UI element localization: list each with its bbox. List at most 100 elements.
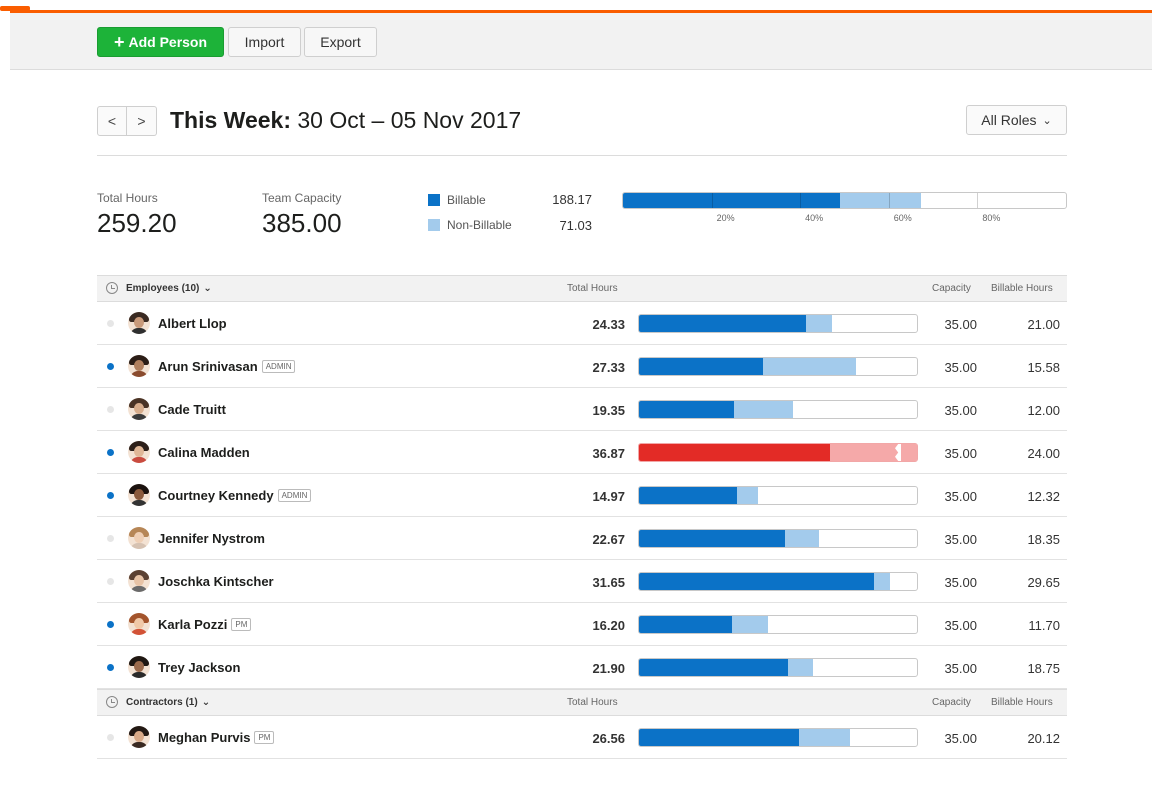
utilization-bar — [638, 357, 918, 376]
capacity-value: 35.00 — [944, 446, 977, 461]
next-week-button[interactable]: > — [127, 106, 157, 136]
previous-week-button[interactable]: < — [97, 106, 127, 136]
section-toggle[interactable]: Employees (10) ⌄ — [126, 283, 212, 294]
table-row[interactable]: Karla Pozzi PM 16.20 35.00 11.70 — [97, 603, 1067, 646]
person-name[interactable]: Meghan Purvis PM — [158, 730, 275, 745]
avatar[interactable] — [128, 527, 150, 549]
non-billable-total: 71.03 — [559, 218, 592, 233]
table-row[interactable]: Albert Llop 24.33 35.00 21.00 — [97, 302, 1067, 345]
person-name-text: Arun Srinivasan — [158, 359, 258, 374]
avatar-shirt — [130, 629, 148, 635]
avatar-shirt — [130, 414, 148, 420]
utilization-tick — [977, 193, 979, 208]
avatar[interactable] — [128, 613, 150, 635]
person-name[interactable]: Trey Jackson — [158, 660, 240, 675]
person-name-text: Calina Madden — [158, 445, 250, 460]
import-button[interactable]: Import — [228, 27, 301, 57]
status-dot — [107, 492, 114, 499]
avatar[interactable] — [128, 570, 150, 592]
table-row[interactable]: Calina Madden 36.87 35.00 24.00 — [97, 431, 1067, 474]
status-dot — [107, 363, 114, 370]
table-row[interactable]: Trey Jackson 21.90 35.00 18.75 — [97, 646, 1067, 689]
table-row[interactable]: Cade Truitt 19.35 35.00 12.00 — [97, 388, 1067, 431]
add-person-button[interactable]: + Add Person — [97, 27, 224, 57]
utilization-tick — [888, 193, 890, 208]
non-billable-segment — [805, 315, 833, 332]
person-name-text: Karla Pozzi — [158, 617, 228, 632]
avatar-face — [134, 532, 144, 543]
billable-segment — [639, 315, 806, 332]
capacity-value: 35.00 — [944, 575, 977, 590]
non-billable-segment — [762, 358, 856, 375]
table-row[interactable]: Meghan Purvis PM 26.56 35.00 20.12 — [97, 716, 1067, 759]
person-name[interactable]: Arun Srinivasan ADMIN — [158, 359, 296, 374]
person-name-text: Jennifer Nystrom — [158, 531, 265, 546]
person-name[interactable]: Calina Madden — [158, 445, 250, 460]
total-hours-value: 22.67 — [592, 532, 625, 547]
non-billable-swatch — [428, 219, 440, 231]
table-row[interactable]: Jennifer Nystrom 22.67 35.00 18.35 — [97, 517, 1067, 560]
section-toggle[interactable]: Contractors (1) ⌄ — [126, 697, 210, 708]
avatar[interactable] — [128, 312, 150, 334]
billable-hours-value: 15.58 — [1027, 360, 1060, 375]
avatar-face — [134, 446, 144, 457]
column-header-billable-hours: Billable Hours — [991, 283, 1053, 294]
billable-hours-value: 24.00 — [1027, 446, 1060, 461]
total-hours-value: 27.33 — [592, 360, 625, 375]
avatar[interactable] — [128, 441, 150, 463]
avatar-face — [134, 731, 144, 742]
utilization-tick-label: 40% — [805, 213, 824, 223]
status-dot — [107, 320, 114, 327]
utilization-bar — [638, 615, 918, 634]
section-title: Employees (10) — [126, 283, 200, 294]
chevron-down-icon: ⌄ — [201, 697, 211, 708]
status-dot — [107, 406, 114, 413]
person-name-text: Cade Truitt — [158, 402, 226, 417]
person-name[interactable]: Joschka Kintscher — [158, 574, 274, 589]
toolbar: + Add Person Import Export — [10, 13, 1152, 70]
person-name[interactable]: Courtney Kennedy ADMIN — [158, 488, 312, 503]
billable-segment — [639, 358, 763, 375]
export-button[interactable]: Export — [304, 27, 377, 57]
capacity-value: 35.00 — [944, 489, 977, 504]
table-row[interactable]: Joschka Kintscher 31.65 35.00 29.65 — [97, 560, 1067, 603]
person-name-text: Joschka Kintscher — [158, 574, 274, 589]
capacity-value: 35.00 — [944, 618, 977, 633]
total-hours-value: 259.20 — [97, 208, 177, 238]
non-billable-segment — [839, 193, 922, 208]
roles-filter-dropdown[interactable]: All Roles ⌄ — [966, 105, 1067, 135]
role-badge: PM — [254, 731, 275, 744]
total-hours-value: 26.56 — [592, 731, 625, 746]
legend-billable-label: Billable — [447, 193, 486, 207]
person-name[interactable]: Albert Llop — [158, 316, 227, 331]
avatar[interactable] — [128, 726, 150, 748]
person-name[interactable]: Jennifer Nystrom — [158, 531, 265, 546]
status-dot — [107, 535, 114, 542]
roles-filter-label: All Roles — [981, 112, 1037, 128]
chevron-right-icon: > — [137, 113, 146, 129]
avatar-shirt — [130, 457, 148, 463]
table-row[interactable]: Courtney Kennedy ADMIN 14.97 35.00 12.32 — [97, 474, 1067, 517]
avatar-face — [134, 618, 144, 629]
avatar-shirt — [130, 328, 148, 334]
overflow-tail-segment — [901, 444, 917, 461]
status-dot — [107, 664, 114, 671]
billable-segment — [639, 530, 785, 547]
avatar[interactable] — [128, 656, 150, 678]
section-header: Employees (10) ⌄ Total Hours Capacity Billab… — [97, 275, 1067, 302]
avatar[interactable] — [128, 484, 150, 506]
person-name[interactable]: Cade Truitt — [158, 402, 226, 417]
chevron-down-icon: ⌄ — [203, 283, 212, 294]
billable-segment — [639, 729, 799, 746]
billable-hours-value: 21.00 — [1027, 317, 1060, 332]
person-name[interactable]: Karla Pozzi PM — [158, 617, 252, 632]
chevron-left-icon: < — [107, 113, 117, 129]
avatar[interactable] — [128, 398, 150, 420]
billable-segment — [639, 401, 735, 418]
non-billable-segment — [798, 729, 850, 746]
avatar-face — [134, 489, 144, 500]
table-row[interactable]: Arun Srinivasan ADMIN 27.33 35.00 15.58 — [97, 345, 1067, 388]
total-hours-value: 36.87 — [592, 446, 625, 461]
plus-icon: + — [113, 31, 125, 52]
avatar[interactable] — [128, 355, 150, 377]
